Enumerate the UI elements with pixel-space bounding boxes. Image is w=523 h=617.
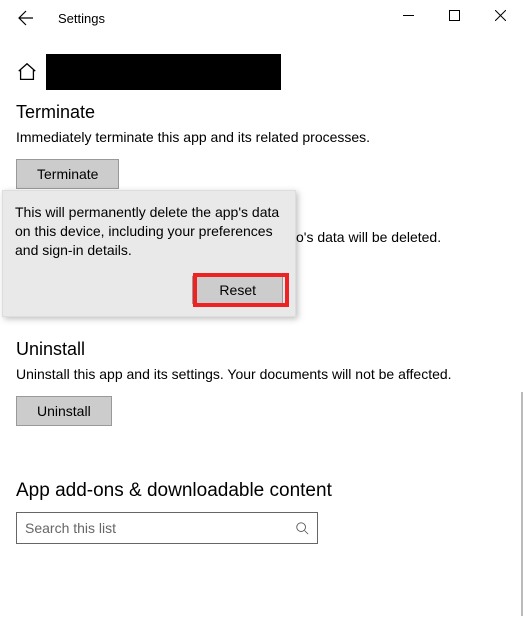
uninstall-section: Uninstall Uninstall this app and its set… xyxy=(16,339,507,426)
search-input[interactable]: Search this list xyxy=(16,512,318,544)
minimize-button[interactable] xyxy=(385,0,431,30)
minimize-icon xyxy=(403,10,414,21)
search-placeholder: Search this list xyxy=(25,520,116,536)
dialog-message: This will permanently delete the app's d… xyxy=(15,203,283,260)
close-button[interactable] xyxy=(477,0,523,30)
dialog-reset-button[interactable]: Reset xyxy=(192,276,283,304)
search-icon xyxy=(295,521,309,535)
terminate-button[interactable]: Terminate xyxy=(16,159,119,189)
maximize-button[interactable] xyxy=(431,0,477,30)
addons-section: App add-ons & downloadable content Searc… xyxy=(16,480,507,544)
reset-confirm-dialog: This will permanently delete the app's d… xyxy=(2,190,296,317)
window-title: Settings xyxy=(58,11,105,26)
maximize-icon xyxy=(449,10,460,21)
window-controls xyxy=(385,0,523,30)
uninstall-heading: Uninstall xyxy=(16,339,507,360)
terminate-heading: Terminate xyxy=(16,102,507,123)
addons-heading: App add-ons & downloadable content xyxy=(16,480,507,502)
back-button[interactable] xyxy=(16,8,36,28)
uninstall-desc: Uninstall this app and its settings. You… xyxy=(16,366,507,382)
back-arrow-icon xyxy=(18,10,34,26)
terminate-desc: Immediately terminate this app and its r… xyxy=(16,129,507,145)
home-icon xyxy=(16,61,38,83)
app-header xyxy=(16,54,507,90)
uninstall-button[interactable]: Uninstall xyxy=(16,396,112,426)
terminate-section: Terminate Immediately terminate this app… xyxy=(16,102,507,189)
dialog-button-row: Reset xyxy=(15,276,283,304)
app-name-redacted xyxy=(46,54,281,90)
close-icon xyxy=(495,10,506,21)
